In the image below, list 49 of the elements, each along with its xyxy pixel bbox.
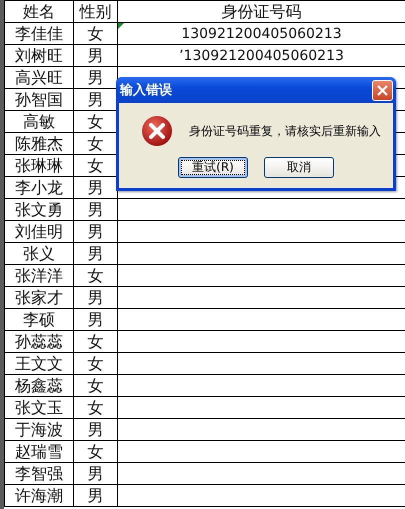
gender-cell: 女: [74, 374, 118, 396]
gender-cell: 女: [74, 264, 118, 286]
name-cell: 王文文: [4, 352, 74, 374]
name-cell: 张洋洋: [4, 264, 74, 286]
gender-cell: 女: [74, 22, 118, 44]
gender-cell: 男: [74, 44, 118, 66]
gender-cell: 男: [74, 308, 118, 330]
gender-cell: 男: [74, 484, 118, 506]
id-cell: 130921200405060213: [118, 22, 405, 44]
gender-cell: 女: [74, 440, 118, 462]
gender-cell: 男: [74, 242, 118, 264]
name-cell: 李智强: [4, 462, 74, 484]
gender-cell: 男: [74, 418, 118, 440]
name-cell: 张义: [4, 242, 74, 264]
gender-cell: 男: [74, 220, 118, 242]
close-button[interactable]: [372, 80, 393, 100]
close-icon: [376, 84, 389, 96]
gender-cell: 男: [74, 462, 118, 484]
column-header: 性别: [74, 0, 118, 22]
column-header: 姓名: [4, 0, 74, 22]
dialog-title: 输入错误: [120, 82, 172, 99]
gender-cell: 男: [74, 286, 118, 308]
name-cell: 李硕: [4, 308, 74, 330]
error-message: 身份证号码重复，请核实后重新输入: [189, 122, 381, 140]
gender-cell: 女: [74, 330, 118, 352]
name-cell: 杨鑫蕊: [4, 374, 74, 396]
error-icon: [141, 115, 173, 147]
name-cell: 张家才: [4, 286, 74, 308]
name-cell: 李小龙: [4, 176, 74, 198]
name-cell: 高兴旺: [4, 66, 74, 88]
gender-cell: 女: [74, 396, 118, 418]
name-cell: 张文勇: [4, 198, 74, 220]
name-cell: 赵瑞雪: [4, 440, 74, 462]
name-cell: 陈雅杰: [4, 132, 74, 154]
name-cell: 刘树旺: [4, 44, 74, 66]
name-cell: 孙蕊蕊: [4, 330, 74, 352]
name-cell: 刘佳明: [4, 220, 74, 242]
name-cell: 许海潮: [4, 484, 74, 506]
name-cell: 张琳琳: [4, 154, 74, 176]
name-cell: 李佳佳: [4, 22, 74, 44]
dialog-button[interactable]: 取消: [264, 157, 334, 178]
name-cell: 孙智国: [4, 88, 74, 110]
gender-cell: 男: [74, 198, 118, 220]
dialog-button[interactable]: 重试(R): [178, 157, 248, 178]
column-header: 身份证号码: [118, 0, 405, 22]
gender-cell: 女: [74, 352, 118, 374]
name-cell: 高敏: [4, 110, 74, 132]
name-cell: 张文玉: [4, 396, 74, 418]
name-cell: 于海波: [4, 418, 74, 440]
